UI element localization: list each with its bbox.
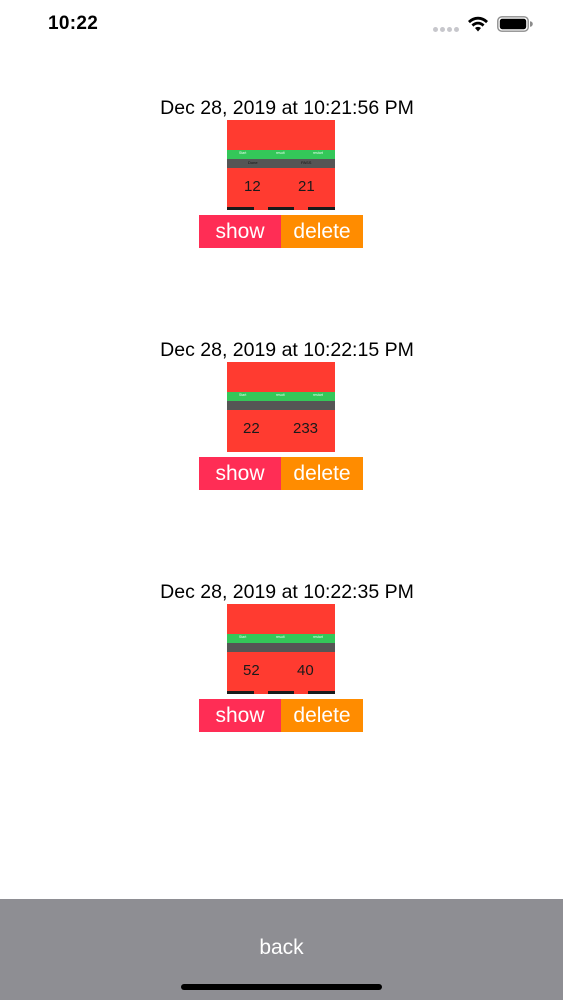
back-bar[interactable]: back (0, 899, 563, 1000)
thumbnail-value: 12 (244, 178, 261, 195)
thumbnail-base (227, 691, 335, 694)
thumbnail-header: Start result restart (227, 392, 335, 401)
show-button[interactable]: show (199, 215, 281, 248)
thumbnail-subheader (227, 643, 335, 652)
battery-icon (497, 16, 533, 32)
status-bar: 10:22 (0, 0, 563, 52)
entry-date: Dec 28, 2019 at 10:22:15 PM (160, 339, 414, 361)
thumbnail-sub-label: Done (248, 160, 258, 165)
thumbnail-value: 21 (298, 178, 315, 195)
delete-button[interactable]: delete (281, 215, 363, 248)
entry-date: Dec 28, 2019 at 10:21:56 PM (160, 97, 414, 119)
delete-button[interactable]: delete (281, 457, 363, 490)
thumbnail-value: 22 (243, 420, 260, 437)
thumbnail-header: Start result restart (227, 150, 335, 159)
thumbnail-header-label: Start (239, 635, 247, 639)
history-screen: 10:22 Dec 28, 2019 at 10:21:56 PM Start … (0, 0, 563, 1000)
thumbnail-header-label: restart (313, 151, 323, 155)
delete-button[interactable]: delete (281, 699, 363, 732)
thumbnail-header-label: result (276, 151, 285, 155)
cellular-signal-icon (433, 27, 459, 33)
entry-date: Dec 28, 2019 at 10:22:35 PM (160, 581, 414, 603)
thumbnail-header-label: restart (313, 635, 323, 639)
thumbnail-header-label: result (276, 393, 285, 397)
entry-thumbnail[interactable]: Start result restart Done PASS 12 21 (227, 120, 335, 210)
thumbnail-value: 233 (293, 420, 319, 437)
entry-thumbnail[interactable]: Start result restart 52 40 (227, 604, 335, 694)
show-button[interactable]: show (199, 699, 281, 732)
thumbnail-sub-label: PASS (301, 160, 312, 165)
thumbnail-header-label: result (276, 635, 285, 639)
home-indicator[interactable] (181, 984, 382, 990)
back-button[interactable]: back (0, 936, 563, 960)
thumbnail-header: Start result restart (227, 634, 335, 643)
thumbnail-value: 52 (243, 662, 260, 679)
status-time: 10:22 (48, 13, 99, 34)
thumbnail-subheader (227, 401, 335, 410)
wifi-icon (468, 16, 488, 32)
thumbnail-value: 40 (297, 662, 314, 679)
entry-thumbnail[interactable]: Start result restart 22 233 (227, 362, 335, 452)
thumbnail-header-label: Start (239, 151, 247, 155)
show-button[interactable]: show (199, 457, 281, 490)
thumbnail-header-label: restart (313, 393, 323, 397)
thumbnail-header-label: Start (239, 393, 247, 397)
thumbnail-subheader: Done PASS (227, 159, 335, 168)
thumbnail-base (227, 207, 335, 210)
